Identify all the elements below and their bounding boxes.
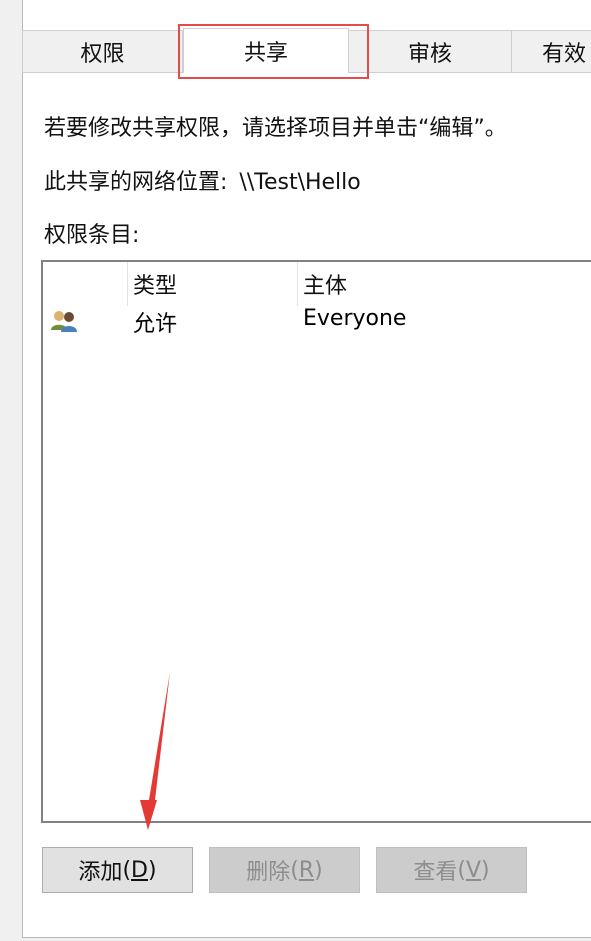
column-header-type[interactable]: 类型 (133, 262, 177, 306)
remove-button[interactable]: 删除(R) (209, 847, 360, 893)
row-type: 允许 (133, 312, 178, 337)
tab-label: 有效 (542, 41, 587, 67)
network-location: 此共享的网络位置: \\Test\Hello (44, 164, 361, 196)
table-row[interactable]: 允许 Everyone (43, 304, 591, 340)
add-mnemonic: D (131, 857, 148, 883)
tab-effective-access[interactable]: 有效 (512, 30, 591, 72)
network-location-value: \\Test\Hello (239, 170, 361, 195)
remove-mnemonic: R (298, 857, 315, 883)
network-location-label: 此共享的网络位置: (44, 170, 228, 195)
row-subject: Everyone (303, 306, 407, 331)
tab-permissions[interactable]: 权限 (22, 30, 183, 72)
column-separator[interactable] (127, 262, 128, 306)
view-mnemonic: V (465, 857, 482, 883)
add-button-label: 添加 (78, 860, 123, 885)
instruction-text: 若要修改共享权限，请选择项目并单击“编辑”。 (44, 116, 507, 141)
column-header-subject[interactable]: 主体 (303, 262, 347, 306)
permission-entries-list[interactable]: 类型 主体 允许 Everyone (41, 260, 591, 823)
column-header-icon[interactable] (43, 262, 127, 306)
add-button[interactable]: 添加(D) (42, 847, 193, 893)
permission-entries-label: 权限条目: (44, 223, 140, 248)
view-button[interactable]: 查看(V) (376, 847, 527, 893)
remove-button-label: 删除 (246, 860, 291, 885)
view-button-label: 查看 (413, 860, 458, 885)
tab-label: 权限 (80, 41, 125, 67)
tab-label: 审核 (407, 41, 452, 67)
column-separator[interactable] (297, 262, 298, 306)
tab-highlight-box (178, 24, 369, 79)
tab-auditing[interactable]: 审核 (349, 30, 512, 72)
users-icon (51, 311, 77, 332)
